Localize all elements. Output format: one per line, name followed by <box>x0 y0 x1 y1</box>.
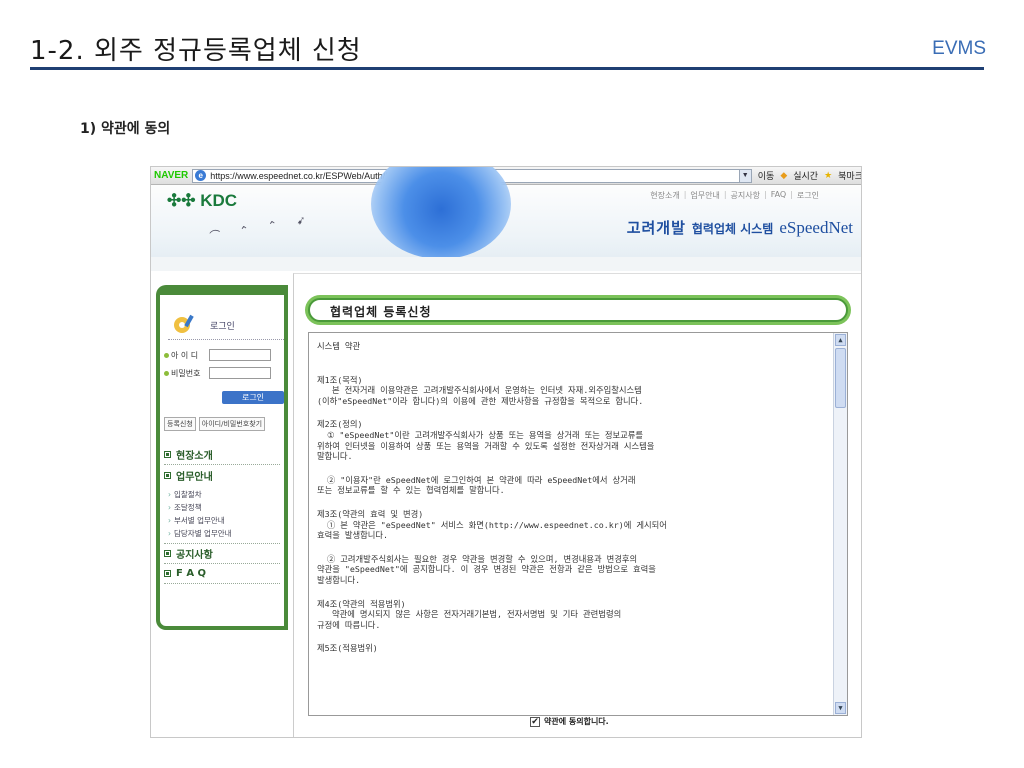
terms-text: 시스템 약관 제1조(목적) 본 전자거래 이용약관은 고려개발주식회사에서 운… <box>317 341 827 667</box>
terms-article: 제5조(적용범위) <box>317 643 378 654</box>
main-panel: 협력업체 등록신청 시스템 약관 제1조(목적) 본 전자거래 이용약관은 고려… <box>293 273 861 737</box>
agree-checkbox[interactable]: ✔ <box>530 716 540 727</box>
panel-header: 협력업체 등록신청 <box>308 298 848 322</box>
naver-logo: NAVER <box>154 170 189 181</box>
password-input[interactable] <box>209 367 271 379</box>
nav-sub-list: 입찰절차 조달정책 부서별 업무안내 담당자별 업무안내 <box>164 485 280 544</box>
id-input[interactable] <box>209 349 271 361</box>
top-links: 현장소개 | 업무안내 | 공지사항 | FAQ | 로그인 <box>650 190 819 201</box>
terms-article: 제3조(약관의 효력 및 변경) ① 본 약관은 "eSpeedNet" 서비스… <box>317 508 667 541</box>
login-button[interactable]: 로그인 <box>222 391 284 404</box>
bullet-icon <box>164 352 169 358</box>
terms-article: 제2조(정의) ① "eSpeedNet"이란 고려개발주식회사가 상품 또는 … <box>317 419 655 462</box>
realtime-link[interactable]: 실시간 <box>793 169 818 182</box>
square-bullet-icon <box>164 570 171 577</box>
nav-item-site[interactable]: 현장소개 <box>164 445 280 465</box>
password-row: 비밀번호 <box>164 367 271 379</box>
chevron-down-icon[interactable]: ▼ <box>738 169 751 182</box>
nav-sub-department[interactable]: 부서별 업무안내 <box>164 514 280 527</box>
nav-sub-bidding[interactable]: 입찰절차 <box>164 488 280 501</box>
scroll-down-icon[interactable]: ▼ <box>835 702 846 714</box>
terms-article: ② 고려개발주식회사는 필요한 경우 약관을 변경할 수 있으며, 변경내용과 … <box>317 553 656 585</box>
terms-article: 제1조(목적) 본 전자거래 이용약관은 고려개발주식회사에서 운영하는 인터넷… <box>317 374 644 406</box>
nav-item-business[interactable]: 업무안내 <box>164 465 280 485</box>
bullet-icon <box>164 370 169 376</box>
scroll-up-icon[interactable]: ▲ <box>835 334 846 346</box>
terms-scrollbar[interactable]: ▲ ▼ <box>833 333 847 715</box>
key-icon <box>174 314 194 333</box>
password-label: 비밀번호 <box>171 368 201 378</box>
nav-item-faq[interactable]: F A Q <box>164 564 280 584</box>
sidebar: 로그인 아 이 디 비밀번호 로그인 등록신청 아이디/비밀번호찾기 현장소개 … <box>156 285 288 630</box>
login-title: 로그인 <box>210 322 235 332</box>
top-link-login[interactable]: 로그인 <box>797 190 819 201</box>
divider <box>168 339 284 340</box>
sidebar-nav: 현장소개 업무안내 입찰절차 조달정책 부서별 업무안내 담당자별 업무안내 공… <box>164 445 280 584</box>
terms-box[interactable]: 시스템 약관 제1조(목적) 본 전자거래 이용약관은 고려개발주식회사에서 운… <box>308 332 848 716</box>
square-bullet-icon <box>164 451 171 458</box>
globe-decoration <box>371 167 511 259</box>
terms-heading: 시스템 약관 <box>317 341 361 351</box>
banner-strip <box>151 257 861 271</box>
top-link-faq[interactable]: FAQ <box>771 190 787 201</box>
nav-sub-manager[interactable]: 담당자별 업무안내 <box>164 527 280 540</box>
top-link-site[interactable]: 현장소개 <box>650 190 679 201</box>
scroll-thumb[interactable] <box>835 348 846 408</box>
go-button[interactable]: 이동 <box>758 169 775 182</box>
terms-article: ② "이용자"란 eSpeedNet에 로그인하여 본 약관에 따라 eSpee… <box>317 474 636 496</box>
top-link-business[interactable]: 업무안내 <box>690 190 719 201</box>
brand-system: 협력업체 시스템 <box>691 222 774 236</box>
title-rule <box>30 67 984 70</box>
id-row: 아 이 디 <box>164 349 271 361</box>
agree-row: ✔ 약관에 동의합니다. <box>530 716 609 727</box>
agree-label[interactable]: 약관에 동의합니다. <box>544 716 609 727</box>
square-bullet-icon <box>164 550 171 557</box>
register-button[interactable]: 등록신청 <box>164 417 196 431</box>
ie-icon: e <box>195 170 207 181</box>
bookmark-link[interactable]: 북마크 <box>838 169 861 182</box>
brand-korean: 고려개발 <box>626 219 686 237</box>
bookmark-star-icon: ★ <box>824 170 833 181</box>
slide-title: 1-2. 외주 정규등록업체 신청 <box>30 36 362 66</box>
find-account-button[interactable]: 아이디/비밀번호찾기 <box>198 417 266 431</box>
panel-title: 협력업체 등록신청 <box>330 305 432 319</box>
brand-english: eSpeedNet <box>779 218 853 237</box>
id-label: 아 이 디 <box>171 350 199 360</box>
browser-screenshot: NAVER e https://www.espeednet.co.kr/ESPW… <box>150 166 862 738</box>
nav-item-notice[interactable]: 공지사항 <box>164 544 280 564</box>
site-banner: ✣✣ KDC ⌒ ⌃ ⌃ ➹ 현장소개 | 업무안내 | 공지사항 | FAQ | 로그… <box>151 167 861 259</box>
kdc-logo[interactable]: ✣✣ KDC <box>167 191 237 211</box>
site-brand: 고려개발 협력업체 시스템 eSpeedNet <box>627 217 853 238</box>
realtime-icon: ◆ <box>780 170 788 181</box>
top-link-notice[interactable]: 공지사항 <box>731 190 760 201</box>
section-heading: 1) 약관에 동의 <box>80 121 171 137</box>
nav-sub-procurement[interactable]: 조달정책 <box>164 501 280 514</box>
birds-decoration: ⌒ ⌃ ⌃ ➹ <box>208 211 315 244</box>
slide-brand: EVMS <box>932 38 986 59</box>
square-bullet-icon <box>164 471 171 479</box>
address-bar: NAVER e https://www.espeednet.co.kr/ESPW… <box>151 167 861 185</box>
terms-article: 제4조(약관의 적용범위) 약관에 명시되지 않은 사항은 전자거래기본법, 전… <box>317 598 622 630</box>
